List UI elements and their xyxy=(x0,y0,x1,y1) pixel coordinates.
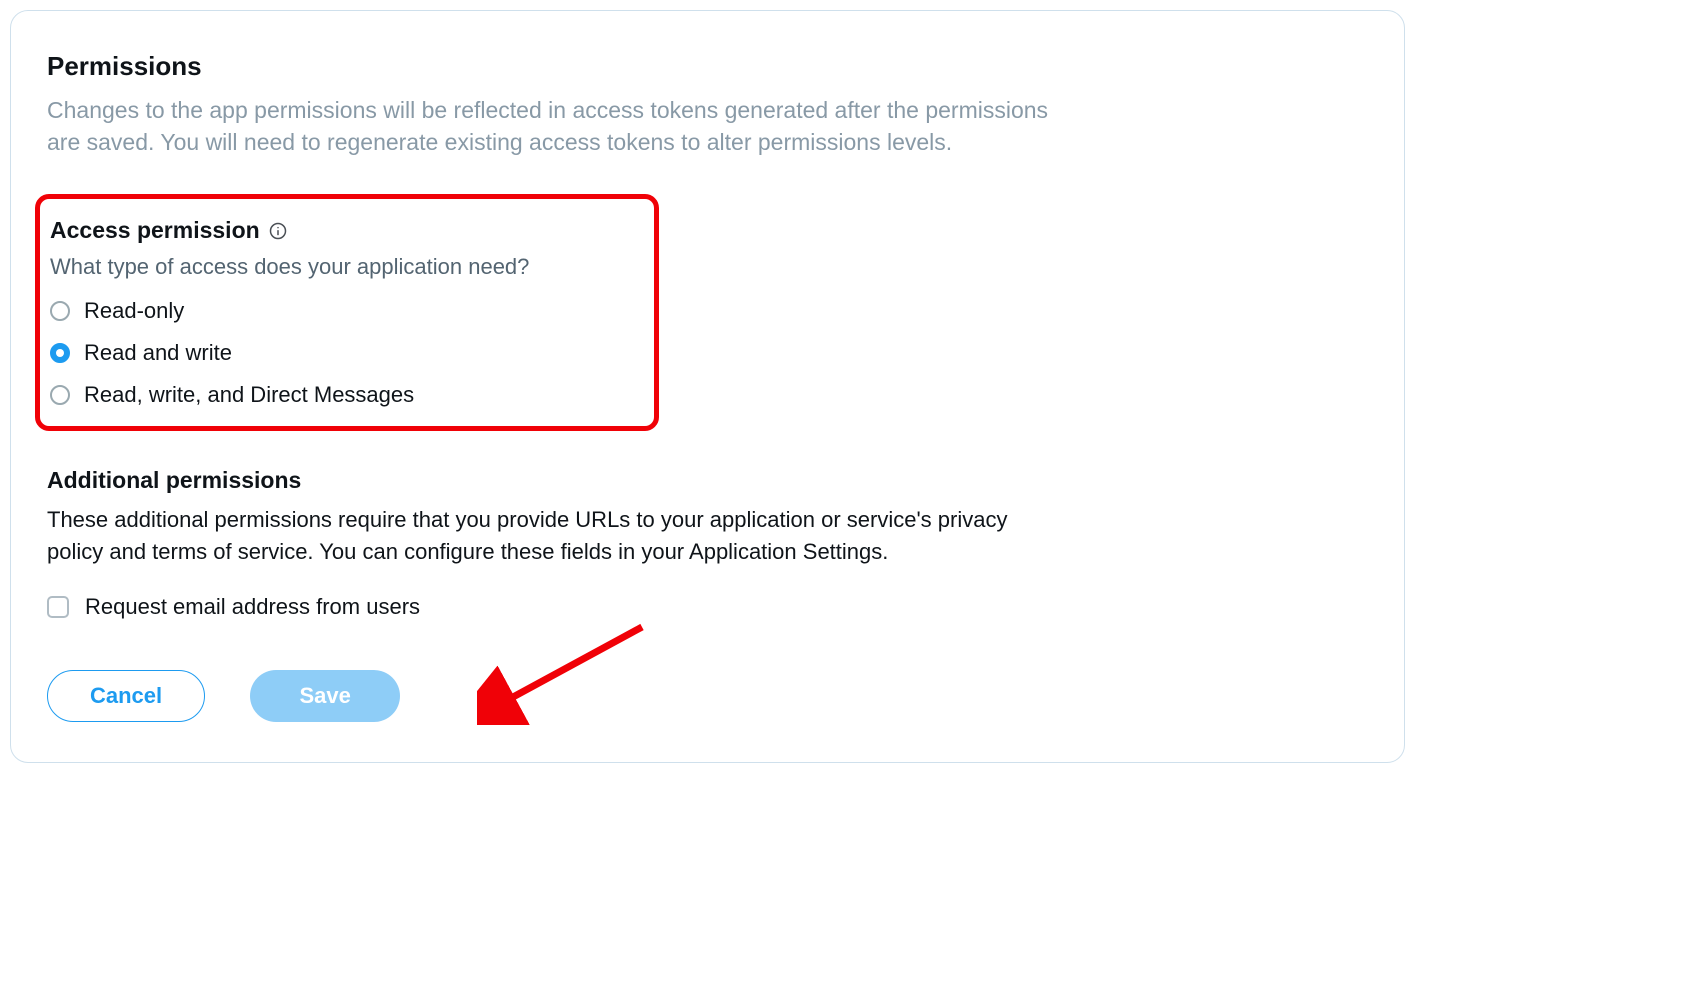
permissions-title: Permissions xyxy=(47,51,1368,82)
access-permission-radio-group: Read-only Read and write Read, write, an… xyxy=(44,298,642,408)
permissions-card: Permissions Changes to the app permissio… xyxy=(10,10,1405,763)
radio-label: Read-only xyxy=(84,298,184,324)
access-permission-header: Access permission xyxy=(44,217,642,244)
checkbox-indicator xyxy=(47,596,69,618)
additional-permissions-description: These additional permissions require tha… xyxy=(47,504,1027,568)
annotation-arrow-icon xyxy=(477,615,657,725)
info-icon[interactable] xyxy=(268,221,288,241)
access-permission-label: Access permission xyxy=(50,217,260,244)
radio-indicator xyxy=(50,343,70,363)
radio-read-only[interactable]: Read-only xyxy=(50,298,642,324)
button-row: Cancel Save xyxy=(47,670,1368,722)
cancel-button[interactable]: Cancel xyxy=(47,670,205,722)
radio-read-write-dm[interactable]: Read, write, and Direct Messages xyxy=(50,382,642,408)
additional-permissions-title: Additional permissions xyxy=(47,467,1368,494)
radio-indicator xyxy=(50,385,70,405)
checkbox-label: Request email address from users xyxy=(85,594,420,620)
radio-label: Read and write xyxy=(84,340,232,366)
radio-label: Read, write, and Direct Messages xyxy=(84,382,414,408)
save-button[interactable]: Save xyxy=(250,670,400,722)
permissions-description: Changes to the app permissions will be r… xyxy=(47,94,1067,158)
access-permission-highlight: Access permission What type of access do… xyxy=(35,194,659,431)
request-email-checkbox[interactable]: Request email address from users xyxy=(47,594,1368,620)
radio-indicator xyxy=(50,301,70,321)
additional-permissions-section: Additional permissions These additional … xyxy=(47,467,1368,620)
radio-read-write[interactable]: Read and write xyxy=(50,340,642,366)
access-permission-question: What type of access does your applicatio… xyxy=(44,254,642,280)
